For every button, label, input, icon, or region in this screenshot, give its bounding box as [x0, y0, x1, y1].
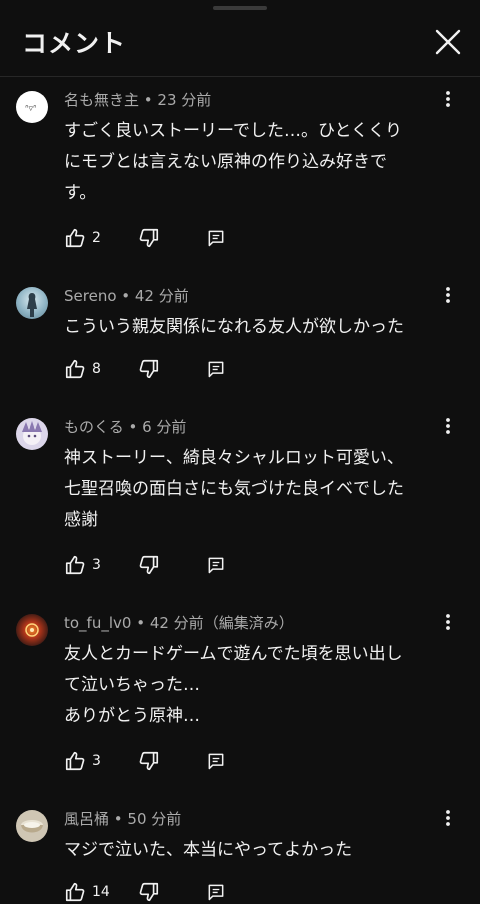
- comment-line: マジで泣いた、本当にやってよかった: [64, 840, 353, 860]
- panel-title: コメント: [22, 29, 127, 58]
- more-options-button[interactable]: [436, 283, 460, 307]
- more-options-button[interactable]: [436, 610, 460, 634]
- dislike-button[interactable]: [138, 226, 160, 250]
- drag-handle[interactable]: [213, 6, 267, 10]
- more-vert-icon: [446, 418, 450, 434]
- comment-text: こういう親友関係になれる友人が欲しかった: [64, 312, 446, 343]
- comment-time: 42 分前: [134, 287, 189, 305]
- thumbs-up-icon: [65, 359, 85, 379]
- like-button[interactable]: 3: [64, 553, 101, 577]
- comment-time: 6 分前: [142, 418, 187, 436]
- like-button[interactable]: 2: [64, 226, 101, 250]
- avatar[interactable]: ᐢ▿ᐢ: [16, 91, 48, 123]
- reply-icon: [208, 753, 224, 770]
- comment-line: 七聖召喚の面白さにも気づけた良イベでした: [64, 479, 404, 499]
- comment-line: こういう親友関係になれる友人が欲しかった: [64, 317, 404, 337]
- comment-line: にモブとは言えない原神の作り込み好きで: [64, 152, 387, 172]
- reply-button[interactable]: [206, 226, 226, 250]
- comment-meta: 風呂桶 • 50 分前: [64, 810, 182, 828]
- dislike-button[interactable]: [138, 880, 160, 904]
- thumbs-down-icon: [139, 882, 159, 902]
- thumbs-down-icon: [139, 359, 159, 379]
- comment-text: 友人とカードゲームで遊んでた頃を思い出し て泣いちゃった… ありがとう原神…: [64, 639, 446, 732]
- comment-line: ありがとう原神…: [64, 706, 200, 726]
- like-button[interactable]: 8: [64, 357, 101, 381]
- comment-author[interactable]: ものくる: [64, 418, 124, 436]
- like-count: 3: [92, 557, 101, 573]
- dislike-button[interactable]: [138, 553, 160, 577]
- avatar[interactable]: [16, 418, 48, 450]
- comments-header: コメント: [0, 0, 480, 77]
- comment-text: すごく良いストーリーでした…。ひとくくり にモブとは言えない原神の作り込み好きで…: [64, 116, 446, 209]
- comment-author[interactable]: Sereno: [64, 287, 117, 305]
- comment-line: 神ストーリー、綺良々シャルロット可愛い、: [64, 448, 404, 468]
- dislike-button[interactable]: [138, 357, 160, 381]
- more-vert-icon: [446, 614, 450, 630]
- thumbs-up-icon: [65, 228, 85, 248]
- comment-edited: （編集済み）: [203, 614, 294, 632]
- close-button[interactable]: [432, 26, 464, 58]
- like-count: 14: [92, 884, 110, 900]
- comment-line: すごく良いストーリーでした…。ひとくくり: [64, 121, 402, 141]
- reply-button[interactable]: [206, 553, 226, 577]
- reply-icon: [208, 557, 224, 574]
- comment-meta: Sereno • 42 分前: [64, 287, 189, 305]
- reply-icon: [208, 230, 224, 247]
- like-count: 8: [92, 361, 101, 377]
- more-vert-icon: [446, 91, 450, 107]
- thumbs-down-icon: [139, 751, 159, 771]
- comment-line: 友人とカードゲームで遊んでた頃を思い出し: [64, 644, 403, 664]
- reply-icon: [208, 884, 224, 901]
- comment-time: 23 分前: [157, 91, 212, 109]
- more-vert-icon: [446, 287, 450, 303]
- reply-button[interactable]: [206, 749, 226, 773]
- like-button[interactable]: 14: [64, 880, 110, 904]
- more-vert-icon: [446, 810, 450, 826]
- thumbs-up-icon: [65, 751, 85, 771]
- more-options-button[interactable]: [436, 414, 460, 438]
- reply-button[interactable]: [206, 880, 226, 904]
- comment-line: 感謝: [64, 510, 98, 530]
- thumbs-down-icon: [139, 228, 159, 248]
- comment-text: マジで泣いた、本当にやってよかった: [64, 835, 446, 866]
- comment-line: す。: [64, 183, 97, 203]
- avatar[interactable]: [16, 287, 48, 319]
- like-count: 3: [92, 753, 101, 769]
- more-options-button[interactable]: [436, 87, 460, 111]
- comment-time: 42 分前: [149, 614, 204, 632]
- svg-text:ᐢ▿ᐢ: ᐢ▿ᐢ: [25, 104, 37, 114]
- comment-line: て泣いちゃった…: [64, 675, 200, 695]
- close-icon: [435, 29, 461, 55]
- more-options-button[interactable]: [436, 806, 460, 830]
- reply-button[interactable]: [206, 357, 226, 381]
- comment-meta: to_fu_lv0 • 42 分前（編集済み）: [64, 614, 294, 632]
- comment-meta: 名も無き主 • 23 分前: [64, 91, 212, 109]
- avatar[interactable]: [16, 614, 48, 646]
- reply-icon: [208, 361, 224, 378]
- comment-author[interactable]: to_fu_lv0: [64, 614, 131, 632]
- avatar[interactable]: [16, 810, 48, 842]
- dislike-button[interactable]: [138, 749, 160, 773]
- comment-time: 50 分前: [127, 810, 182, 828]
- thumbs-up-icon: [65, 882, 85, 902]
- thumbs-down-icon: [139, 555, 159, 575]
- like-button[interactable]: 3: [64, 749, 101, 773]
- thumbs-up-icon: [65, 555, 85, 575]
- like-count: 2: [92, 230, 101, 246]
- comment-author[interactable]: 名も無き主: [64, 91, 139, 109]
- comment-text: 神ストーリー、綺良々シャルロット可愛い、 七聖召喚の面白さにも気づけた良イベでし…: [64, 443, 446, 536]
- comment-author[interactable]: 風呂桶: [64, 810, 109, 828]
- comment-meta: ものくる • 6 分前: [64, 418, 187, 436]
